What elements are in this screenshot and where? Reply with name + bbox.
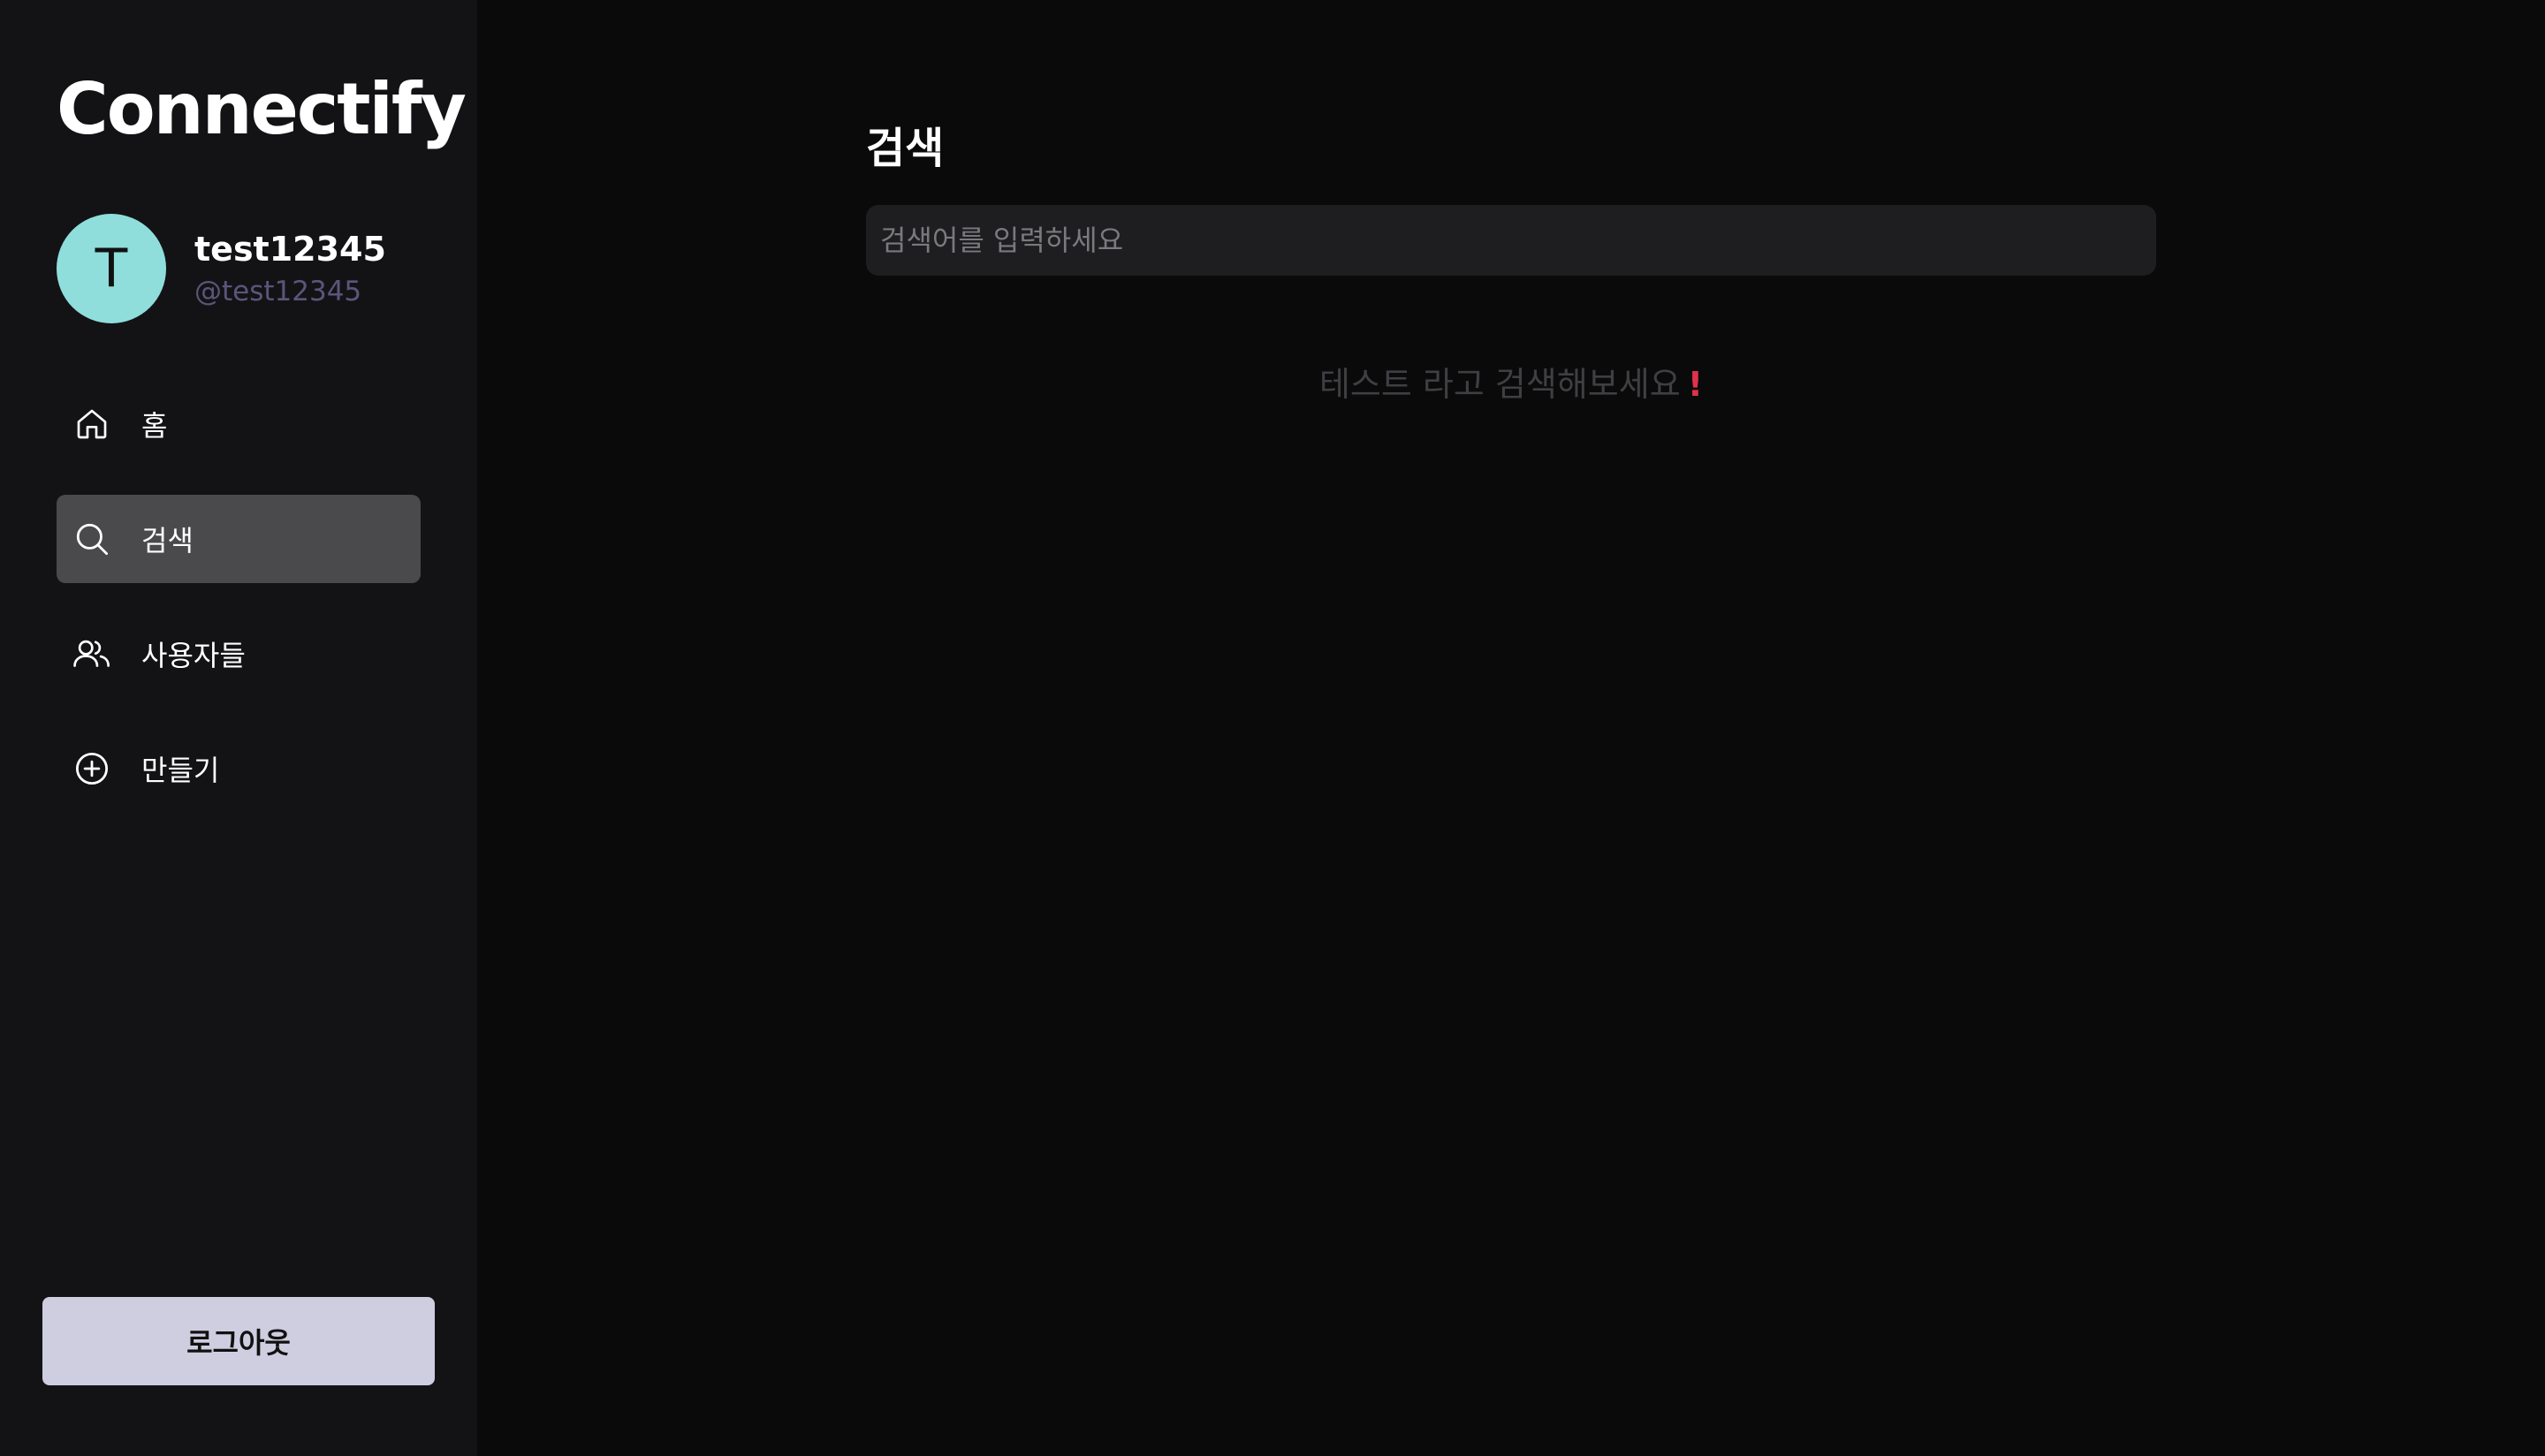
avatar[interactable]: T xyxy=(57,214,166,323)
app-logo[interactable]: Connectify xyxy=(57,74,467,145)
sidebar: Connectify T test12345 @test12345 홈 검색 사… xyxy=(0,0,477,1456)
sidebar-item-label: 홈 xyxy=(141,409,168,443)
sidebar-item-label: 사용자들 xyxy=(141,639,246,672)
exclamation-icon: ! xyxy=(1687,365,1704,404)
profile-card[interactable]: T test12345 @test12345 xyxy=(57,214,386,323)
profile-handle: @test12345 xyxy=(194,275,362,307)
page-title: 검색 xyxy=(866,124,945,173)
sidebar-item-label: 검색 xyxy=(141,524,194,557)
sidebar-item-search[interactable]: 검색 xyxy=(57,495,421,583)
search-hint: 테스트 라고 검색해보세요! xyxy=(866,357,2156,406)
logout-button[interactable]: 로그아웃 xyxy=(42,1297,435,1385)
sidebar-item-create[interactable]: 만들기 xyxy=(57,724,421,813)
home-icon xyxy=(72,405,111,444)
profile-name: test12345 xyxy=(194,230,386,269)
sidebar-item-label: 만들기 xyxy=(141,754,220,787)
sidebar-item-home[interactable]: 홈 xyxy=(57,380,421,468)
main-content: 검색 테스트 라고 검색해보세요! xyxy=(477,0,2545,1456)
profile-text: test12345 @test12345 xyxy=(194,230,386,307)
sidebar-item-users[interactable]: 사용자들 xyxy=(57,610,421,698)
search-hint-text: 테스트 라고 검색해보세요 xyxy=(1318,365,1681,404)
users-icon xyxy=(72,634,111,673)
app-root: Connectify T test12345 @test12345 홈 검색 사… xyxy=(0,0,2545,1456)
plus-circle-icon xyxy=(72,749,111,788)
search-input[interactable] xyxy=(866,205,2156,276)
search-icon xyxy=(72,519,111,558)
